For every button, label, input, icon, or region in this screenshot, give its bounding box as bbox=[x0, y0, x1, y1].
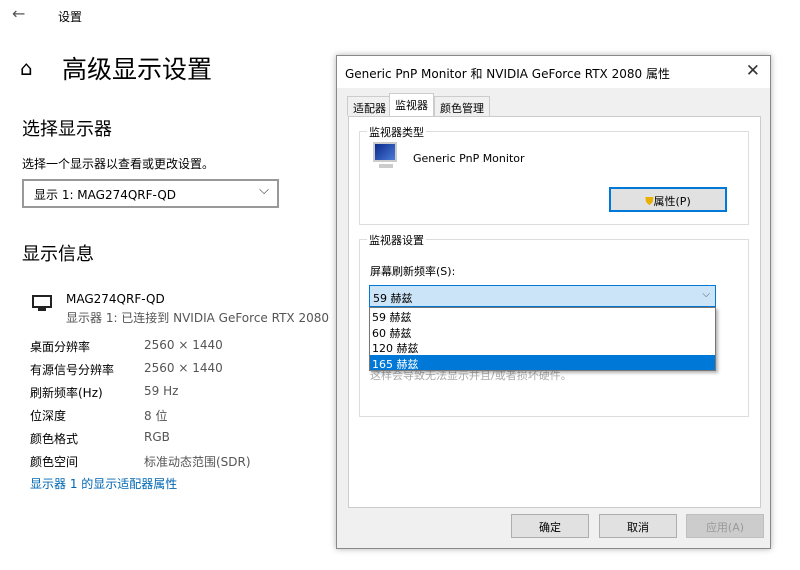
info-value: 标准动态范围(SDR) bbox=[144, 455, 251, 469]
close-icon[interactable]: ✕ bbox=[746, 61, 760, 81]
info-label: 桌面分辨率 bbox=[30, 340, 91, 354]
monitor-icon bbox=[32, 295, 52, 308]
info-value: 59 Hz bbox=[144, 384, 179, 398]
shield-icon: ⛊ bbox=[645, 195, 654, 208]
monitor-settings-label: 监视器设置 bbox=[367, 232, 426, 248]
refresh-option[interactable]: 60 赫兹 bbox=[370, 324, 715, 340]
select-display-desc: 选择一个显示器以查看或更改设置。 bbox=[22, 157, 215, 171]
refresh-rate-dropdown: 59 赫兹 60 赫兹 120 赫兹 165 赫兹 bbox=[369, 307, 716, 371]
monitor-type-label: 监视器类型 bbox=[367, 124, 426, 140]
refresh-option-highlighted[interactable]: 165 赫兹 bbox=[370, 354, 715, 371]
app-title: 设置 bbox=[58, 10, 83, 24]
monitor-stand bbox=[38, 308, 46, 311]
info-value: RGB bbox=[144, 430, 170, 444]
properties-button[interactable]: ⛊属性(P) bbox=[609, 187, 727, 212]
monitor-type-name: Generic PnP Monitor bbox=[413, 152, 525, 165]
back-arrow-icon[interactable]: ← bbox=[12, 4, 25, 23]
properties-button-label: 属性(P) bbox=[653, 195, 691, 208]
info-value: 2560 × 1440 bbox=[144, 338, 223, 352]
info-value: 8 位 bbox=[144, 409, 168, 423]
chevron-down-icon: ⌵ bbox=[702, 289, 710, 300]
refresh-rate-value: 59 赫兹 bbox=[373, 292, 413, 305]
info-label: 颜色格式 bbox=[30, 432, 79, 446]
properties-dialog: Generic PnP Monitor 和 NVIDIA GeForce RTX… bbox=[336, 55, 771, 549]
monitor-connection: 显示器 1: 已连接到 NVIDIA GeForce RTX 2080 bbox=[66, 311, 329, 325]
refresh-option[interactable]: 59 赫兹 bbox=[370, 308, 715, 324]
info-label: 刷新频率(Hz) bbox=[30, 386, 103, 400]
info-label: 颜色空间 bbox=[30, 455, 79, 469]
monitor-stand bbox=[379, 164, 393, 168]
ok-button[interactable]: 确定 bbox=[511, 514, 589, 538]
cancel-button[interactable]: 取消 bbox=[599, 514, 677, 538]
tab-monitor[interactable]: 监视器 bbox=[389, 93, 434, 117]
refresh-rate-select[interactable]: 59 赫兹 ⌵ bbox=[369, 285, 716, 307]
display-select-value: 显示 1: MAG274QRF-QD bbox=[34, 188, 177, 202]
chevron-down-icon: ⌵ bbox=[259, 183, 269, 198]
page-title: 高级显示设置 bbox=[62, 55, 213, 84]
tab-color-management[interactable]: 颜色管理 bbox=[434, 96, 490, 116]
monitor-icon bbox=[373, 142, 397, 162]
adapter-properties-link[interactable]: 显示器 1 的显示适配器属性 bbox=[30, 475, 177, 492]
info-label: 有源信号分辨率 bbox=[30, 363, 115, 377]
refresh-option[interactable]: 120 赫兹 bbox=[370, 339, 715, 355]
info-value: 2560 × 1440 bbox=[144, 361, 223, 375]
apply-button[interactable]: 应用(A) bbox=[686, 514, 764, 538]
select-display-heading: 选择显示器 bbox=[22, 119, 112, 140]
display-info-heading: 显示信息 bbox=[22, 244, 94, 265]
monitor-name: MAG274QRF-QD bbox=[66, 292, 165, 306]
display-select[interactable]: 显示 1: MAG274QRF-QD ⌵ bbox=[22, 179, 279, 208]
refresh-rate-label: 屏幕刷新频率(S): bbox=[370, 265, 456, 278]
tab-adapter[interactable]: 适配器 bbox=[347, 96, 392, 116]
info-label: 位深度 bbox=[30, 409, 67, 423]
dialog-title: Generic PnP Monitor 和 NVIDIA GeForce RTX… bbox=[337, 56, 770, 88]
home-icon[interactable]: ⌂ bbox=[20, 56, 33, 80]
